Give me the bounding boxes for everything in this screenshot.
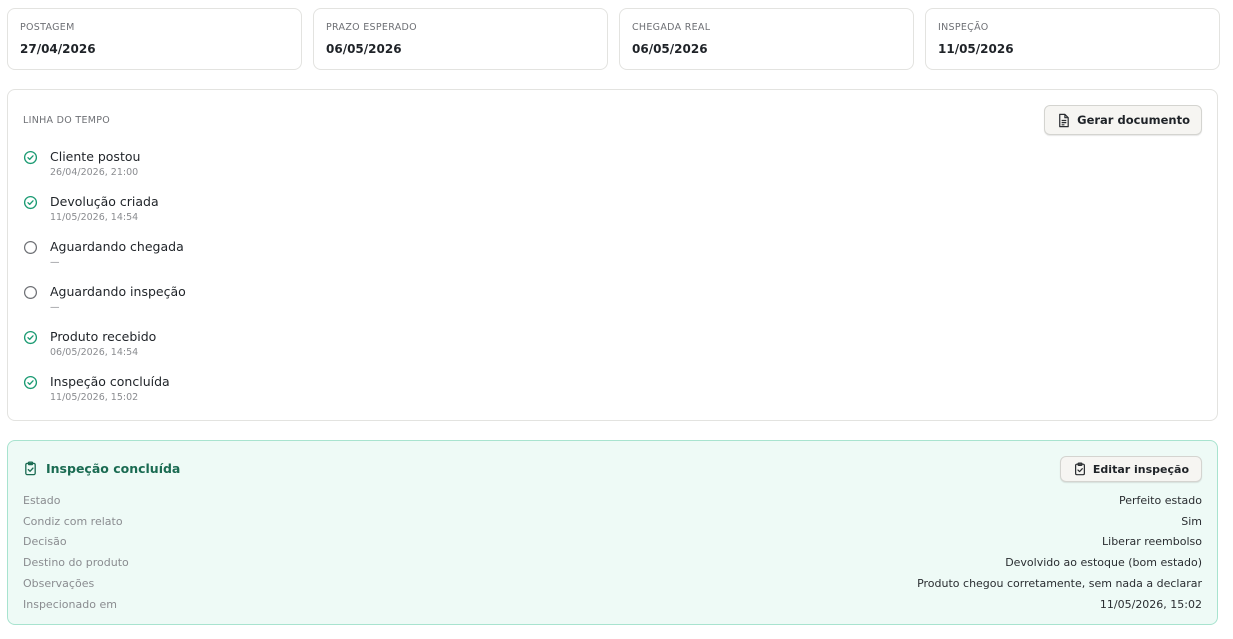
- inspection-detail-row: Estado Perfeito estado: [23, 490, 1202, 511]
- inspection-panel: Inspeção concluída Editar inspeção Estad…: [7, 440, 1218, 625]
- summary-card-prazo-esperado: PRAZO ESPERADO 06/05/2026: [313, 8, 608, 70]
- check-circle-icon: [23, 375, 38, 390]
- timeline-event-label: Aguardando inspeção: [50, 284, 186, 299]
- detail-key: Condiz com relato: [23, 514, 123, 528]
- empty-circle-icon: [23, 285, 38, 300]
- clipboard-check-icon: [25, 461, 36, 476]
- timeline-event: Devolução criada 11/05/2026, 14:54: [23, 193, 186, 238]
- timeline-event-date: 06/05/2026, 14:54: [50, 347, 139, 358]
- timeline-event: Produto recebido 06/05/2026, 14:54: [23, 328, 186, 373]
- detail-value: 11/05/2026, 15:02: [1099, 597, 1202, 611]
- timeline-event: Aguardando inspeção —: [23, 283, 186, 328]
- timeline-event-date: 11/05/2026, 15:02: [50, 392, 139, 403]
- timeline-event: Aguardando chegada —: [23, 238, 186, 283]
- summary-card-inspecao: INSPEÇÃO 11/05/2026: [925, 8, 1220, 70]
- timeline-event-label: Devolução criada: [50, 194, 159, 209]
- timeline-events: Cliente postou 26/04/2026, 21:00 Devolução…: [23, 148, 186, 418]
- timeline-event: Inspeção concluída 11/05/2026, 15:02: [23, 373, 186, 418]
- edit-inspection-button[interactable]: Editar inspeção: [1059, 456, 1202, 482]
- inspection-detail-row: Condiz com relato Sim: [23, 511, 1202, 532]
- generate-document-label: Gerar documento: [1077, 113, 1190, 127]
- inspection-title-label: Inspeção concluída: [46, 461, 181, 476]
- inspection-details: Estado Perfeito estado Condiz com relato Si…: [23, 490, 1202, 615]
- summary-cards: POSTAGEM 27/04/2026 PRAZO ESPERADO 06/05…: [7, 8, 1220, 70]
- detail-value: Devolvido ao estoque (bom estado): [1005, 556, 1202, 570]
- detail-key: Observações: [23, 577, 95, 591]
- clipboard-check-icon: [1074, 462, 1085, 476]
- timeline-panel: LINHA DO TEMPO Gerar documento Cliente p…: [7, 89, 1218, 421]
- timeline-event-label: Produto recebido: [50, 329, 157, 344]
- timeline-event: Cliente postou 26/04/2026, 21:00: [23, 148, 186, 193]
- detail-key: Estado: [23, 493, 61, 507]
- check-circle-icon: [23, 330, 38, 345]
- document-icon: [1059, 113, 1069, 127]
- inspection-detail-row: Inspecionado em 11/05/2026, 15:02: [23, 594, 1202, 615]
- card-value: 06/05/2026: [326, 42, 402, 56]
- summary-card-chegada-real: CHEGADA REAL 06/05/2026: [619, 8, 914, 70]
- timeline-event-label: Aguardando chegada: [50, 239, 184, 254]
- detail-value: Liberar reembolso: [1102, 535, 1202, 549]
- detail-key: Inspecionado em: [23, 597, 117, 611]
- edit-inspection-label: Editar inspeção: [1092, 462, 1189, 476]
- card-label: POSTAGEM: [20, 22, 75, 33]
- detail-value: Produto chegou corretamente, sem nada a …: [917, 577, 1202, 591]
- inspection-detail-row: Decisão Liberar reembolso: [23, 532, 1202, 553]
- summary-card-postagem: POSTAGEM 27/04/2026: [7, 8, 302, 70]
- timeline-title: LINHA DO TEMPO: [23, 115, 111, 126]
- timeline-event-date: —: [50, 302, 60, 313]
- timeline-event-label: Inspeção concluída: [50, 374, 170, 389]
- timeline-event-date: 11/05/2026, 14:54: [50, 212, 139, 223]
- timeline-event-label: Cliente postou: [50, 149, 141, 164]
- card-label: CHEGADA REAL: [632, 22, 711, 33]
- card-value: 27/04/2026: [20, 42, 96, 56]
- empty-circle-icon: [23, 240, 38, 255]
- card-value: 11/05/2026: [938, 42, 1014, 56]
- detail-value: Perfeito estado: [1118, 493, 1202, 507]
- detail-key: Decisão: [23, 535, 67, 549]
- card-label: PRAZO ESPERADO: [326, 22, 417, 33]
- check-circle-icon: [23, 150, 38, 165]
- timeline-event-date: —: [50, 257, 60, 268]
- inspection-title: Inspeção concluída: [23, 461, 180, 476]
- generate-document-button[interactable]: Gerar documento: [1044, 105, 1202, 135]
- timeline-event-date: 26/04/2026, 21:00: [50, 167, 139, 178]
- card-label: INSPEÇÃO: [938, 22, 989, 33]
- detail-key: Destino do produto: [23, 556, 129, 570]
- inspection-detail-row: Observações Produto chegou corretamente, …: [23, 573, 1202, 594]
- check-circle-icon: [23, 195, 38, 210]
- card-value: 06/05/2026: [632, 42, 708, 56]
- inspection-detail-row: Destino do produto Devolvido ao estoque (…: [23, 552, 1202, 573]
- detail-value: Sim: [1181, 514, 1202, 528]
